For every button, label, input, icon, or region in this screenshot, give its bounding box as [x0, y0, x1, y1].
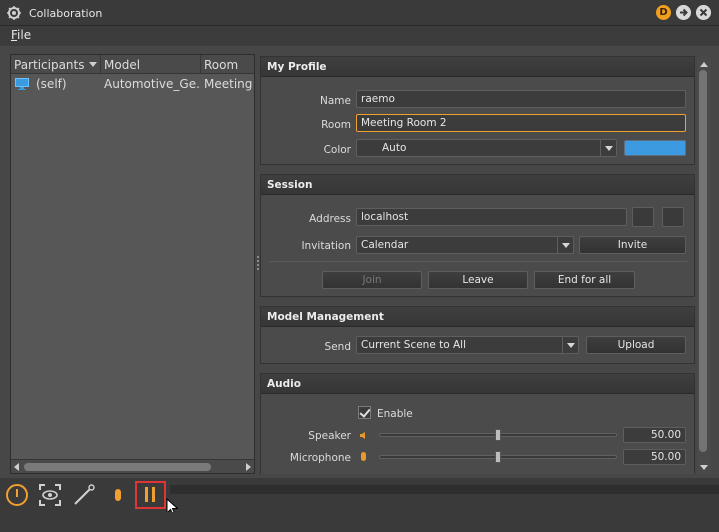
scroll-thumb[interactable] — [24, 463, 211, 471]
name-label: Name — [320, 95, 351, 107]
address-label: Address — [309, 213, 351, 225]
mic-icon[interactable] — [106, 483, 130, 507]
highlight-box — [135, 481, 166, 509]
table-row[interactable]: (self) Automotive_Ge... Meeting R — [11, 75, 254, 93]
invitation-select[interactable]: Calendar — [356, 236, 574, 254]
scroll-right-icon[interactable] — [246, 463, 251, 471]
forward-arrow-icon[interactable] — [676, 5, 691, 20]
upload-button[interactable]: Upload — [586, 336, 686, 354]
settings-panel: My Profile Name Room Color Auto Session … — [260, 54, 695, 474]
participant-name: (self) — [36, 77, 67, 91]
color-label: Color — [323, 144, 351, 156]
speaker-value-field[interactable]: 50.00 — [623, 427, 686, 443]
scroll-up-icon[interactable] — [700, 62, 708, 67]
close-icon[interactable] — [696, 5, 711, 20]
sort-arrow-icon[interactable] — [89, 62, 97, 67]
color-select-value: Auto — [382, 142, 407, 154]
chevron-down-icon[interactable] — [557, 237, 573, 253]
scroll-left-icon[interactable] — [14, 463, 19, 471]
scroll-thumb[interactable] — [699, 70, 707, 452]
room-input[interactable] — [356, 114, 686, 132]
horizontal-scrollbar[interactable] — [11, 459, 254, 473]
microphone-slider-handle[interactable] — [495, 451, 501, 463]
send-select[interactable]: Current Scene to All — [356, 336, 579, 354]
column-divider[interactable] — [100, 55, 101, 74]
microphone-icon — [361, 452, 366, 461]
model-management-section: Model Management Send Current Scene to A… — [260, 306, 695, 364]
column-participants[interactable]: Participants — [14, 58, 94, 72]
monitor-icon — [15, 78, 29, 90]
column-model[interactable]: Model — [104, 58, 199, 72]
speaker-icon — [360, 432, 365, 439]
color-select[interactable]: Auto — [356, 139, 617, 157]
vertical-scrollbar[interactable] — [697, 58, 711, 474]
participant-model: Automotive_Ge... — [104, 77, 199, 91]
table-header: Participants Model Room — [11, 55, 254, 74]
session-section: Session Address Invitation Calendar Invi… — [260, 174, 695, 297]
audio-header[interactable]: Audio — [261, 374, 694, 394]
name-input[interactable] — [356, 90, 686, 108]
invite-button[interactable]: Invite — [579, 236, 686, 254]
send-label: Send — [324, 341, 351, 353]
status-bar — [0, 512, 719, 532]
microphone-label: Microphone — [289, 452, 351, 464]
model-management-header[interactable]: Model Management — [261, 307, 694, 327]
speaker-slider-handle[interactable] — [495, 429, 501, 441]
window-title: Collaboration — [29, 7, 103, 20]
column-room[interactable]: Room — [204, 58, 254, 72]
app-gear-icon — [7, 6, 21, 20]
speaker-label: Speaker — [308, 430, 351, 442]
menu-bar: File — [0, 26, 719, 46]
audio-section: Audio Enable Speaker 50.00 Microphone 50… — [260, 373, 695, 474]
my-profile-section: My Profile Name Room Color Auto — [260, 56, 695, 165]
end-for-all-button[interactable]: End for all — [534, 271, 635, 289]
menu-file[interactable]: File — [11, 28, 31, 42]
session-divider — [269, 261, 687, 262]
participants-table: Participants Model Room (self) Automotiv… — [10, 54, 255, 474]
enable-checkbox[interactable] — [358, 406, 371, 419]
address-option-button-2[interactable] — [662, 207, 684, 227]
session-header[interactable]: Session — [261, 175, 694, 195]
leave-button[interactable]: Leave — [428, 271, 528, 289]
color-swatch-button[interactable] — [624, 140, 686, 156]
title-bar: Collaboration D — [0, 0, 719, 26]
chevron-down-icon[interactable] — [562, 337, 578, 353]
column-divider[interactable] — [200, 55, 201, 74]
microphone-value-field[interactable]: 50.00 — [623, 449, 686, 465]
main-content: Participants Model Room (self) Automotiv… — [0, 46, 719, 478]
invitation-select-value: Calendar — [361, 239, 409, 251]
bottom-toolbar — [0, 478, 719, 516]
enable-label: Enable — [377, 408, 413, 420]
power-icon[interactable] — [5, 483, 29, 507]
eye-frame-icon[interactable] — [38, 483, 62, 507]
chevron-down-icon[interactable] — [600, 140, 616, 156]
invitation-label: Invitation — [301, 240, 351, 252]
address-input[interactable] — [356, 208, 627, 226]
d-badge-button[interactable]: D — [656, 5, 671, 20]
room-label: Room — [321, 119, 351, 131]
scroll-down-icon[interactable] — [700, 465, 708, 470]
wand-icon[interactable] — [72, 483, 96, 507]
participant-room: Meeting R — [204, 77, 254, 91]
join-button[interactable]: Join — [322, 271, 422, 289]
address-option-button-1[interactable] — [632, 207, 654, 227]
timeline-strip[interactable] — [170, 485, 719, 494]
send-select-value: Current Scene to All — [361, 339, 467, 351]
my-profile-header[interactable]: My Profile — [261, 57, 694, 77]
